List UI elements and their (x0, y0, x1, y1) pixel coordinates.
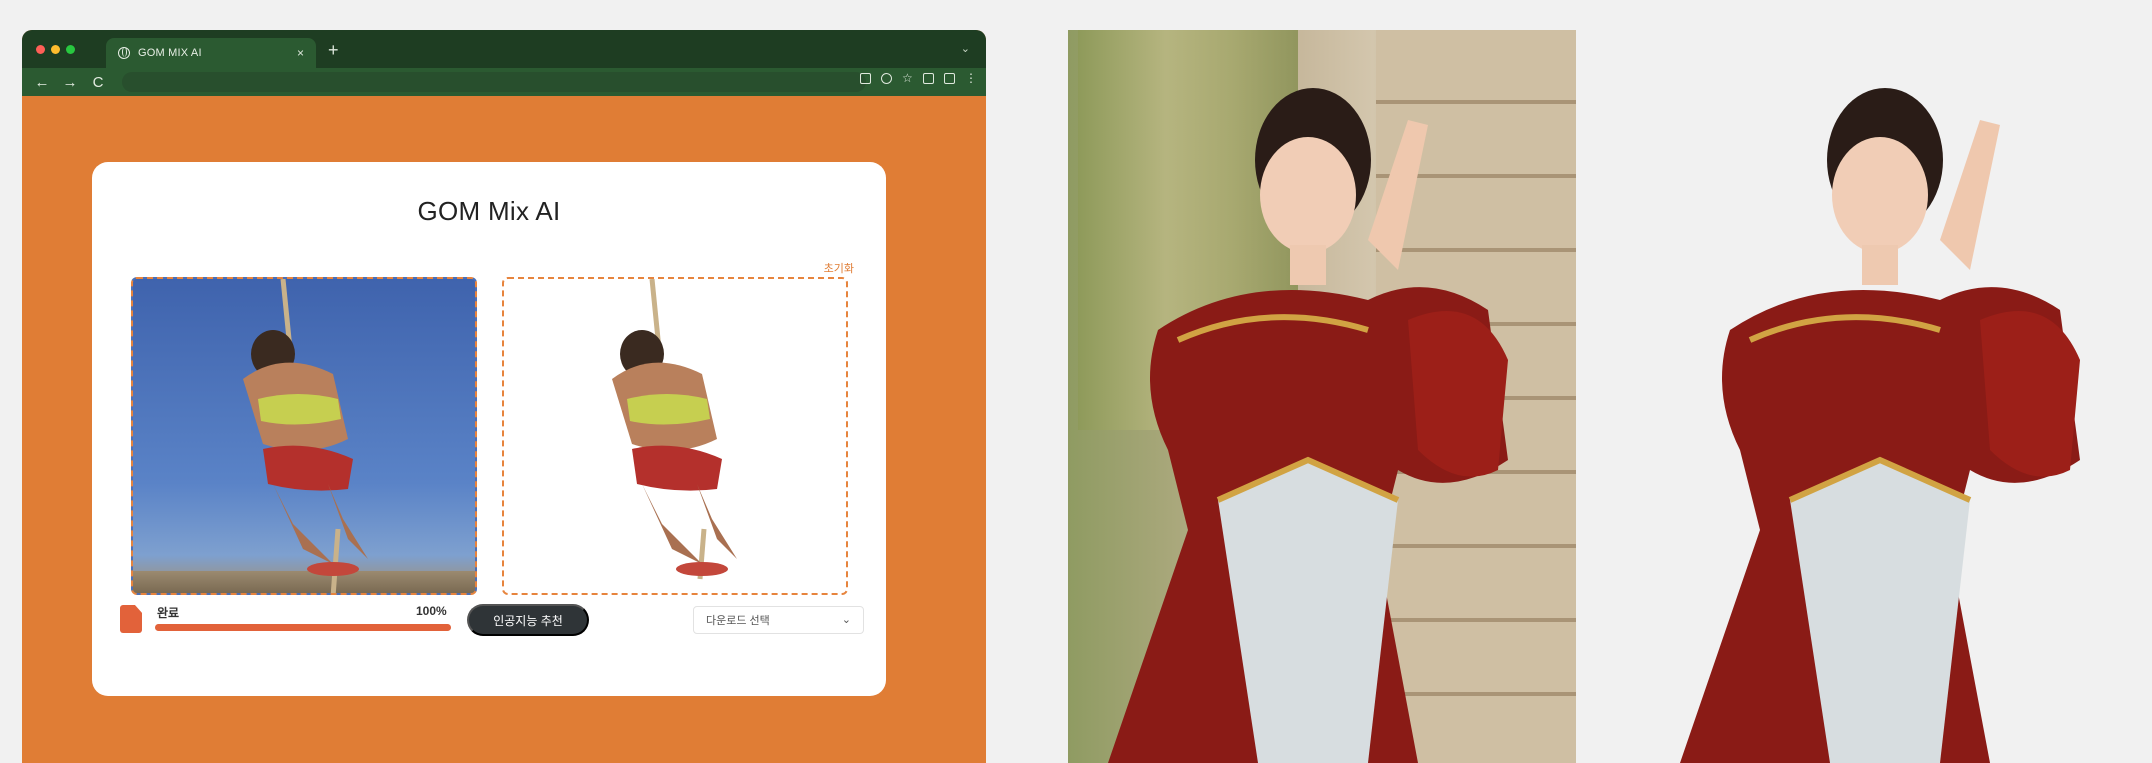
new-tab-button[interactable]: + (328, 40, 339, 61)
bookmark-star-icon[interactable]: ☆ (902, 72, 913, 84)
chevron-down-icon: ⌄ (841, 614, 851, 626)
back-arrow-icon[interactable]: ← (34, 74, 50, 91)
progress-percent: 100% (416, 604, 447, 618)
reload-icon[interactable]: C (90, 74, 106, 91)
original-image-panel[interactable] (131, 277, 477, 595)
browser-tab[interactable]: GOM MIX AI × (106, 38, 316, 68)
result-image-panel[interactable] (502, 277, 848, 595)
maximize-window-button[interactable] (66, 45, 75, 54)
app-title: GOM Mix AI (417, 196, 561, 226)
globe-icon (118, 47, 130, 59)
status-row: 완료 100% 인공지능 추천 다운로드 선택 ⌄ (120, 602, 864, 642)
ai-recommend-button[interactable]: 인공지능 추천 (467, 604, 589, 636)
close-window-button[interactable] (36, 45, 45, 54)
woman-in-gown-cutout (1680, 88, 2080, 763)
reset-link[interactable]: 초기화 (824, 260, 854, 276)
more-menu-icon[interactable]: ⋮ (965, 72, 977, 84)
file-icon (120, 605, 142, 633)
screenshot-stage: GOM MIX AI × + ⌄ ← → C ☆ ⋮ GOM Mix AI 초기… (0, 0, 2152, 763)
status-label: 완료 (157, 606, 180, 620)
cutout-climber-image (612, 279, 737, 580)
progress-fill (155, 624, 451, 631)
browser-toolbar: ← → C ☆ ⋮ (22, 68, 986, 96)
share-icon[interactable] (881, 73, 892, 84)
translate-icon[interactable] (860, 73, 871, 84)
app-card: GOM Mix AI 초기화 완료 100% 인공지능 추천 다운로드 선택 ⌄ (92, 162, 886, 696)
woman-in-gown-photo (1108, 88, 1508, 763)
extensions-icon[interactable] (923, 73, 934, 84)
original-photo (1068, 30, 1576, 763)
browser-window: GOM MIX AI × + ⌄ ← → C ☆ ⋮ GOM Mix AI 초기… (22, 30, 986, 763)
browser-titlebar: GOM MIX AI × + ⌄ (22, 30, 986, 68)
download-select-value: 다운로드 선택 (706, 615, 770, 627)
tab-title: GOM MIX AI (138, 47, 202, 59)
background-removed-photo (1640, 30, 2148, 763)
address-bar[interactable] (122, 72, 866, 92)
rope-climber-image (243, 279, 368, 593)
download-select[interactable]: 다운로드 선택 ⌄ (693, 606, 864, 634)
tab-list-chevron-icon[interactable]: ⌄ (961, 42, 970, 55)
sidepanel-icon[interactable] (944, 73, 955, 84)
toolbar-icons: ☆ ⋮ (860, 72, 977, 84)
progress-bar (155, 624, 451, 631)
forward-arrow-icon[interactable]: → (62, 74, 78, 91)
tab-close-icon[interactable]: × (297, 46, 304, 60)
minimize-window-button[interactable] (51, 45, 60, 54)
